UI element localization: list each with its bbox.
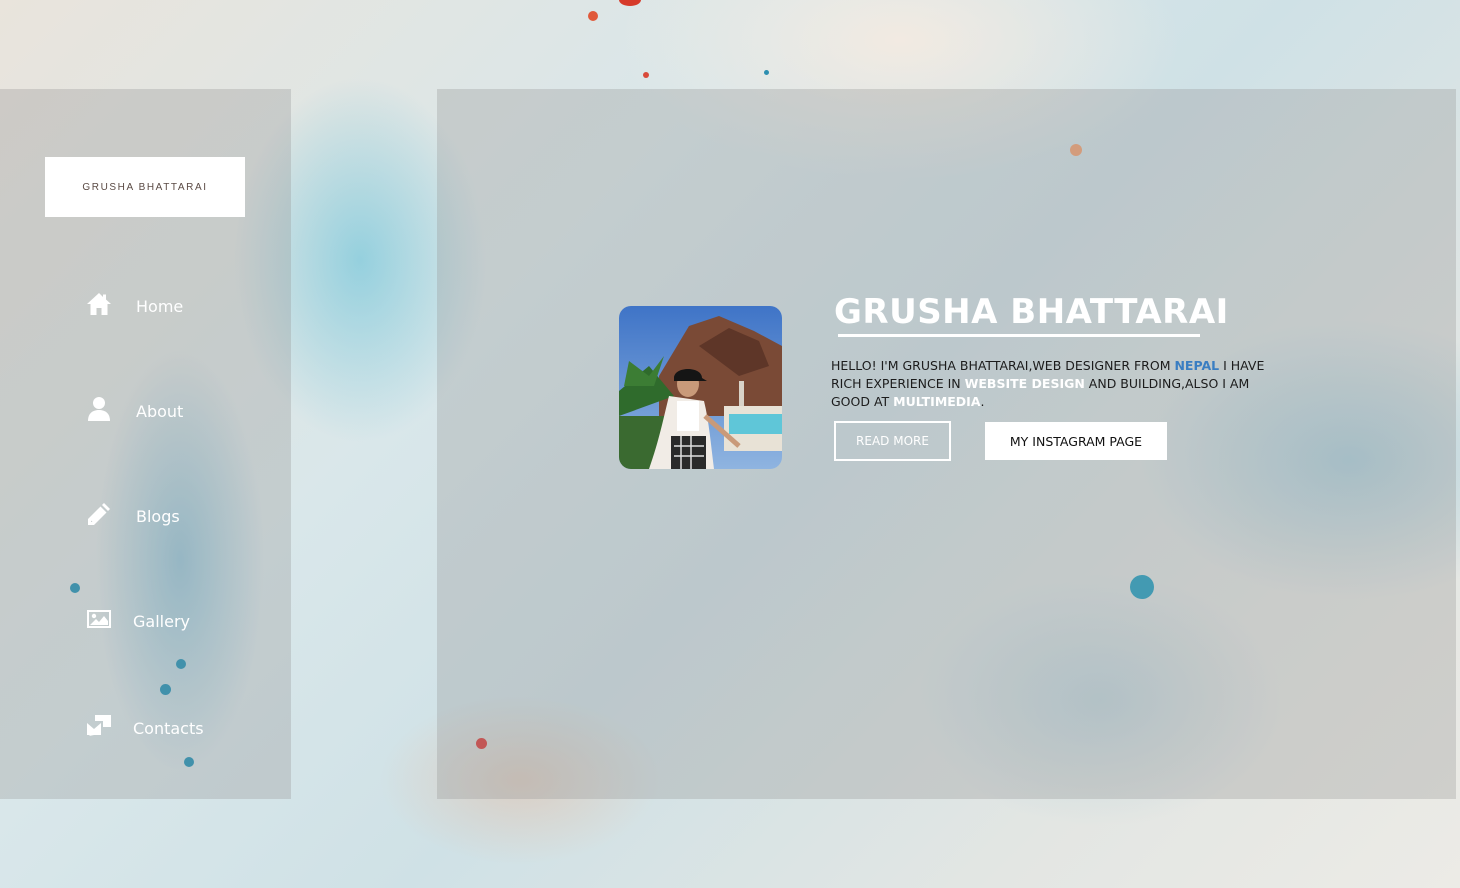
nav-label-blogs: Blogs — [136, 506, 180, 526]
name-underline — [838, 334, 1200, 337]
paint-dot — [643, 72, 649, 78]
nav-label-about: About — [136, 401, 184, 421]
nav-item-about[interactable]: About — [86, 396, 183, 426]
sidebar: GRUSHA BHATTARAI Home About Blogs Galler… — [0, 89, 291, 799]
instagram-label: MY INSTAGRAM PAGE — [1009, 433, 1143, 449]
logo-text: GRUSHA BHATTARAI — [82, 181, 208, 193]
user-icon — [86, 396, 112, 426]
profile-photo — [619, 306, 782, 469]
country-highlight: NEPAL — [1174, 358, 1220, 373]
pencil-icon — [86, 501, 112, 531]
nav-label-home: Home — [136, 296, 184, 316]
home-icon — [86, 291, 112, 321]
intro-text: HELLO! I'M GRUSHA BHATTARAI,WEB DESIGNER… — [831, 357, 1276, 411]
nav-label-gallery: Gallery — [133, 611, 190, 631]
logo[interactable]: GRUSHA BHATTARAI — [45, 157, 245, 217]
intro-part: HELLO! I'M GRUSHA BHATTARAI,WEB DESIGNER… — [831, 358, 1175, 373]
nav-item-home[interactable]: Home — [86, 291, 183, 321]
paint-dot — [619, 0, 641, 6]
read-more-label: READ MORE — [856, 434, 929, 448]
instagram-button[interactable]: MY INSTAGRAM PAGE — [985, 422, 1167, 460]
hero-name: GRUSHA BHATTARAI — [834, 292, 1229, 332]
image-icon — [86, 606, 112, 636]
skill-highlight-design: WEBSITE DESIGN — [964, 376, 1085, 391]
nav-item-gallery[interactable]: Gallery — [86, 606, 190, 636]
intro-part: . — [980, 394, 985, 409]
contacts-icon — [86, 713, 112, 743]
read-more-button[interactable]: READ MORE — [834, 421, 951, 461]
nav-label-contacts: Contacts — [133, 718, 204, 738]
nav-item-blogs[interactable]: Blogs — [86, 501, 180, 531]
skill-highlight-multimedia: MULTIMEDIA — [893, 394, 981, 409]
paint-dot — [588, 11, 598, 21]
paint-dot — [764, 70, 769, 75]
nav-item-contacts[interactable]: Contacts — [86, 713, 204, 743]
